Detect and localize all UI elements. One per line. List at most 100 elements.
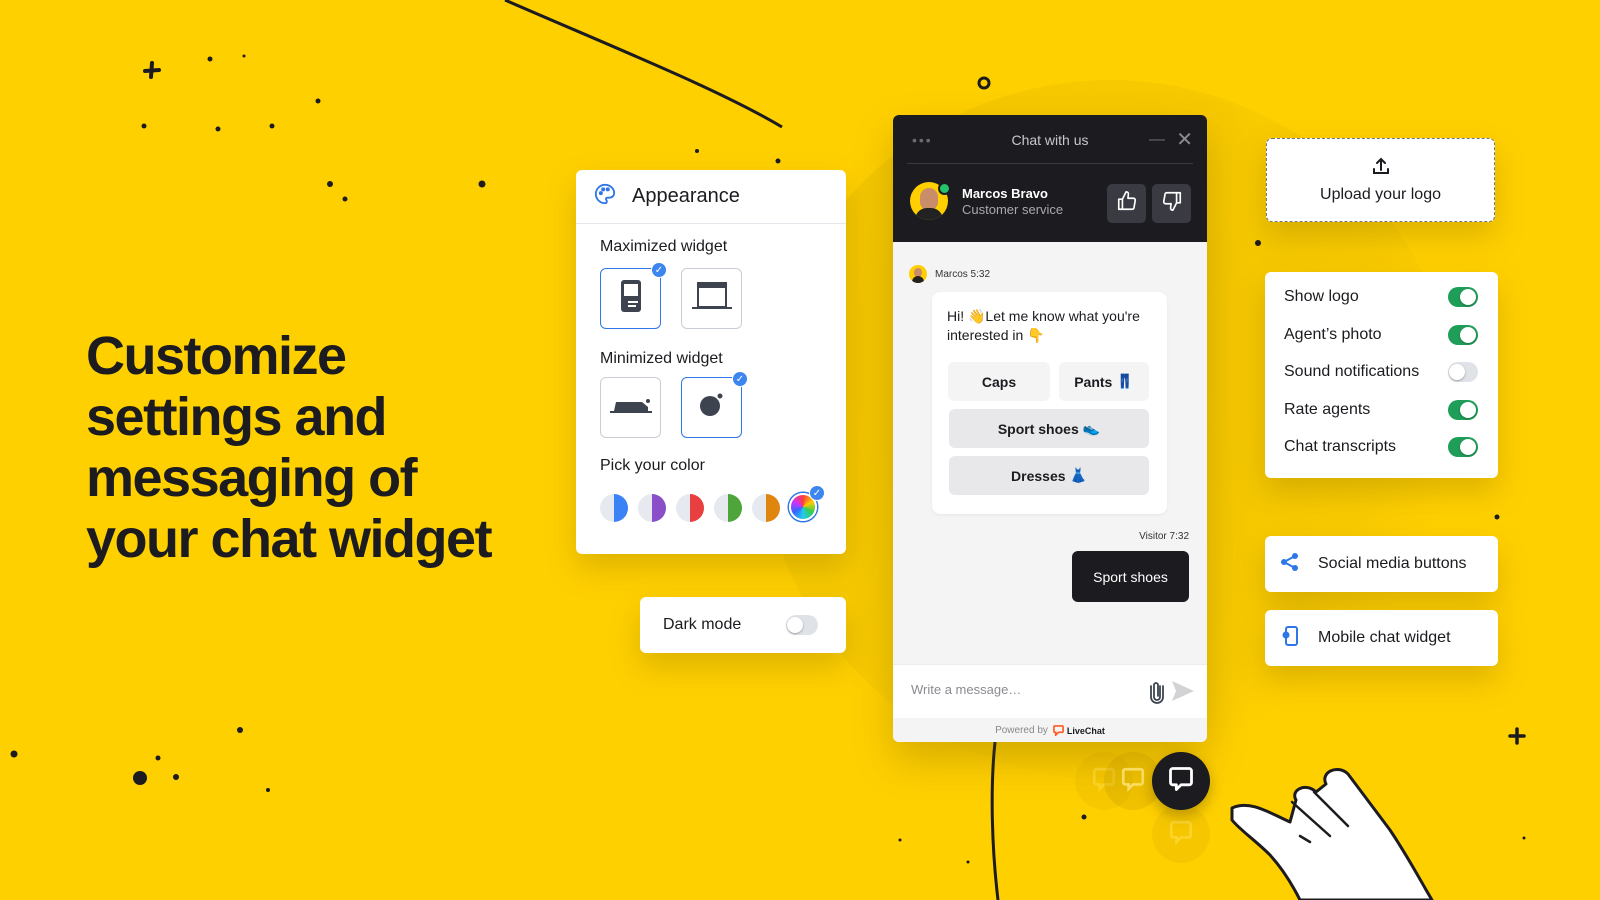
headline-line: messaging of (86, 448, 418, 508)
sound-notifications-toggle[interactable] (1448, 362, 1478, 382)
chat-bubble-icon (1167, 765, 1195, 798)
pick-color-label: Pick your color (600, 457, 705, 474)
upload-logo-label: Upload your logo (1320, 186, 1441, 203)
setting-label: Agent’s photo (1284, 326, 1382, 343)
agent-message-timestamp: Marcos 5:32 (935, 268, 991, 280)
message-input[interactable] (911, 682, 1131, 697)
mobile-settings-icon (1280, 625, 1300, 651)
rate-agents-toggle[interactable] (1448, 400, 1478, 420)
chat-header: ••• Chat with us — ✕ Marcos Bravo Custom… (893, 115, 1207, 242)
minimize-icon[interactable]: — (1149, 131, 1165, 149)
window-widget-icon (691, 281, 732, 316)
palette-icon (594, 183, 616, 210)
close-icon[interactable]: ✕ (1176, 127, 1193, 152)
bar-widget-icon (609, 397, 652, 418)
quick-reply-label: Caps (981, 373, 1017, 390)
decorative-curve-top (504, 0, 783, 129)
hand-pointer-illustration (1230, 768, 1434, 900)
jeans-emoji-icon: 👖 (1116, 373, 1134, 389)
thumbs-down-icon (1161, 190, 1183, 217)
setting-rate-agents: Rate agents (1284, 398, 1478, 422)
setting-label: Sound notifications (1284, 363, 1420, 380)
share-icon (1280, 552, 1300, 577)
dress-emoji-icon: 👗 (1069, 467, 1087, 483)
color-swatch-blue[interactable] (600, 494, 628, 522)
header-divider (907, 163, 1193, 164)
quick-reply-dresses[interactable]: Dresses 👗 (949, 456, 1149, 495)
headline-line: your chat widget (86, 509, 493, 569)
selected-check-icon: ✓ (732, 371, 748, 387)
bubble-widget-icon (699, 392, 725, 423)
setting-label: Rate agents (1284, 401, 1371, 418)
sparkle-plus-icon (143, 61, 161, 79)
quick-reply-label: Sport shoes (997, 420, 1079, 437)
agent-message-bubble: Hi! 👋Let me know what you're interested … (932, 292, 1167, 514)
minimized-option-bar[interactable] (600, 377, 661, 438)
decorative-curve-bottom (990, 741, 1000, 900)
maximized-option-mobile[interactable]: ✓ (600, 262, 667, 329)
chat-bubble-icon (1120, 766, 1146, 797)
visitor-message-timestamp: Visitor 7:32 (1139, 531, 1189, 542)
minimized-option-bubble[interactable]: ✓ (681, 371, 748, 438)
livechat-brand[interactable]: LiveChat (1052, 725, 1105, 736)
visitor-message-text: Sport shoes (1093, 568, 1168, 585)
decorative-ring (977, 76, 991, 90)
dark-mode-label: Dark mode (663, 616, 742, 633)
color-swatch-purple[interactable] (638, 494, 666, 522)
setting-show-logo: Show logo (1284, 285, 1478, 309)
mobile-chat-widget-label: Mobile chat widget (1318, 629, 1451, 646)
setting-label: Chat transcripts (1284, 438, 1397, 455)
mobile-chat-widget-card[interactable]: Mobile chat widget (1265, 610, 1498, 666)
color-swatch-green[interactable] (714, 494, 742, 522)
upload-icon (1371, 156, 1391, 181)
color-swatch-red[interactable] (676, 494, 704, 522)
livechat-brand-name: LiveChat (1066, 725, 1105, 736)
shoe-emoji-icon: 👟 (1082, 420, 1101, 436)
powered-by-footer: Powered by LiveChat (893, 719, 1207, 742)
launcher-ghost (1152, 805, 1210, 863)
agents-photo-toggle[interactable] (1448, 325, 1478, 345)
chat-transcripts-toggle[interactable] (1448, 437, 1478, 457)
dark-mode-card: Dark mode (640, 597, 846, 653)
dark-mode-toggle[interactable] (786, 615, 818, 635)
agent-message-meta: Marcos 5:32 (909, 265, 990, 283)
selected-check-icon: ✓ (809, 485, 825, 501)
appearance-header: Appearance (576, 170, 846, 224)
social-media-buttons-label: Social media buttons (1318, 555, 1467, 572)
agent-name: Marcos Bravo (962, 186, 1048, 201)
attachment-icon[interactable] (1149, 680, 1165, 709)
color-swatch-orange[interactable] (752, 494, 780, 522)
headline-line: Customize (86, 326, 347, 386)
setting-chat-transcripts: Chat transcripts (1284, 435, 1478, 459)
phone-widget-icon (620, 279, 642, 318)
chat-bubble-icon (1168, 819, 1194, 850)
sparkle-plus-icon (1508, 727, 1526, 745)
show-logo-toggle[interactable] (1448, 287, 1478, 307)
quick-reply-label: Pants (1074, 373, 1113, 390)
quick-reply-sport-shoes[interactable]: Sport shoes 👟 (949, 409, 1149, 448)
rate-thumbs-down-button[interactable] (1152, 184, 1191, 223)
message-composer (893, 664, 1207, 718)
livechat-logo-icon (1052, 725, 1064, 736)
quick-reply-pants[interactable]: Pants 👖 (1059, 362, 1149, 401)
setting-sound-notifications: Sound notifications (1284, 360, 1478, 384)
agent-mini-avatar (909, 265, 927, 283)
setting-label: Show logo (1284, 288, 1359, 305)
quick-reply-caps[interactable]: Caps (948, 362, 1050, 401)
upload-logo-button[interactable]: Upload your logo (1266, 138, 1495, 222)
appearance-title: Appearance (632, 185, 740, 207)
quick-reply-label: Dresses (1011, 467, 1066, 484)
widget-settings-card: Show logo Agent’s photo Sound notificati… (1265, 272, 1498, 478)
online-status-dot (938, 182, 951, 195)
color-swatch-custom[interactable]: ✓ (789, 485, 825, 521)
chat-launcher-button[interactable] (1152, 752, 1210, 810)
chat-window: ••• Chat with us — ✕ Marcos Bravo Custom… (893, 115, 1207, 742)
rate-thumbs-up-button[interactable] (1107, 184, 1146, 223)
social-media-buttons-card[interactable]: Social media buttons (1265, 536, 1498, 592)
thumbs-up-icon (1116, 190, 1138, 217)
maximized-option-desktop[interactable] (681, 268, 742, 329)
powered-by-label: Powered by (995, 725, 1048, 736)
maximized-widget-label: Maximized widget (600, 238, 728, 255)
page-headline: Customize settings and messaging of your… (86, 326, 546, 570)
send-icon[interactable] (1171, 680, 1195, 707)
